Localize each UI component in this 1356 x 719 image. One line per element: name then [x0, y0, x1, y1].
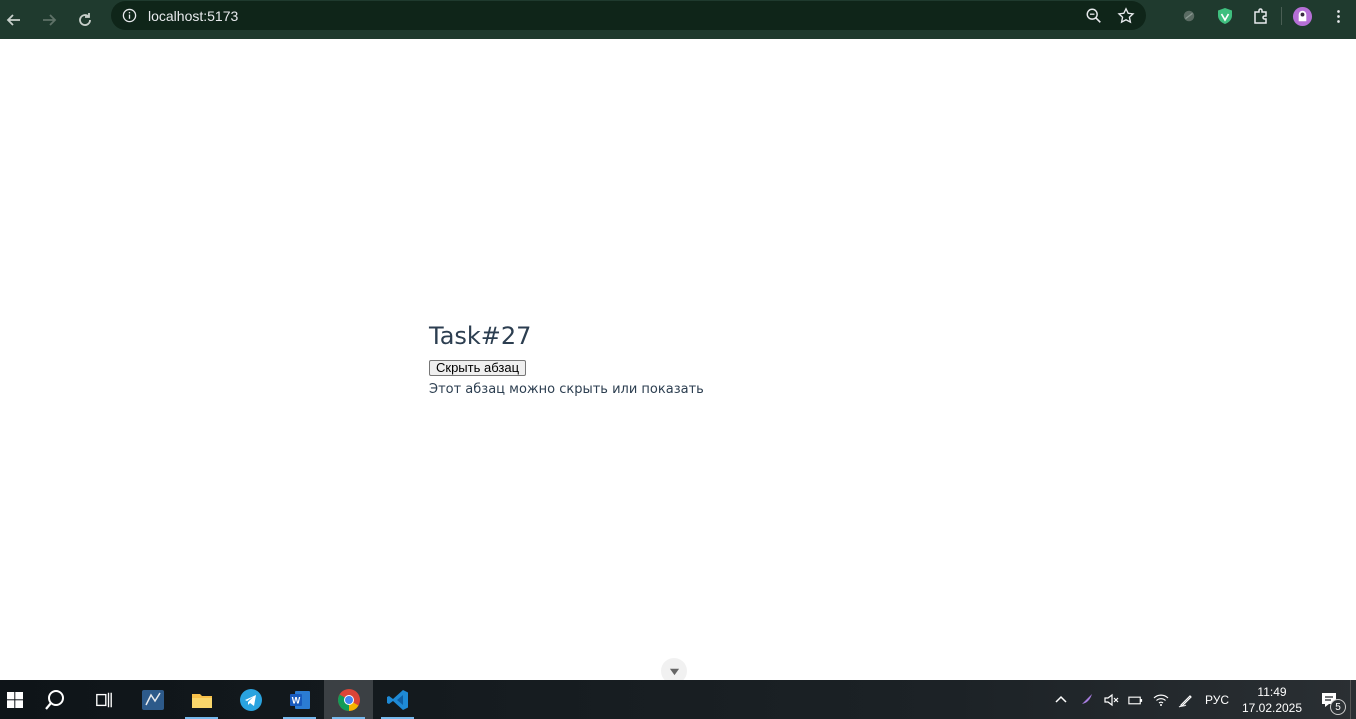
- task-view-icon: [95, 692, 112, 707]
- vscode-app[interactable]: [373, 680, 422, 719]
- menu-dots-icon[interactable]: [1320, 4, 1356, 28]
- start-button[interactable]: [0, 680, 30, 719]
- word-icon: W: [289, 690, 310, 709]
- browser-toolbar: localhost:5173: [0, 0, 1356, 39]
- bookmark-star-icon[interactable]: [1116, 6, 1136, 26]
- profile-avatar[interactable]: [1284, 4, 1320, 28]
- windows-taskbar: W РУС 11:49 17.02.2025 5: [0, 680, 1356, 719]
- toolbar-divider: [1281, 7, 1282, 25]
- extensions-puzzle-icon[interactable]: [1243, 4, 1279, 28]
- pen-ink-icon[interactable]: [1173, 680, 1198, 719]
- windows-logo-icon: [7, 691, 23, 708]
- battery-icon[interactable]: [1123, 680, 1148, 719]
- word-app[interactable]: W: [275, 680, 324, 719]
- notification-center-button[interactable]: 5: [1308, 680, 1350, 719]
- url-text: localhost:5173: [148, 7, 239, 24]
- clock-date: 17.02.2025: [1241, 700, 1303, 715]
- forward-arrow-icon: [43, 13, 57, 26]
- notification-count-badge: 5: [1330, 699, 1346, 715]
- task-view-button[interactable]: [79, 680, 128, 719]
- show-hidden-icons-chevron-up-icon[interactable]: [1048, 680, 1073, 719]
- vscode-icon: [386, 689, 408, 710]
- show-desktop-button[interactable]: [1350, 680, 1356, 719]
- clock-time: 11:49: [1257, 684, 1287, 699]
- extension-gray-icon[interactable]: [1171, 4, 1207, 28]
- volume-muted-icon[interactable]: [1098, 680, 1123, 719]
- language-indicator[interactable]: РУС: [1198, 680, 1236, 719]
- clock[interactable]: 11:49 17.02.2025: [1236, 680, 1308, 719]
- back-arrow-icon: [6, 13, 20, 26]
- chrome-icon: [337, 688, 360, 711]
- page-title: Task#27: [429, 322, 532, 350]
- toggleable-paragraph: Этот абзац можно скрыть или показать: [429, 382, 704, 397]
- site-info-icon[interactable]: [121, 8, 137, 24]
- toggle-paragraph-button[interactable]: Скрыть абзац: [429, 360, 527, 376]
- search-button[interactable]: [30, 680, 79, 719]
- back-button[interactable]: [0, 6, 28, 34]
- vue-devtools-shield-icon[interactable]: [1207, 4, 1243, 28]
- reload-icon: [79, 12, 91, 26]
- telegram-icon: [239, 688, 262, 711]
- folder-icon: [191, 693, 212, 708]
- search-icon: [44, 689, 64, 710]
- chrome-app[interactable]: [324, 680, 373, 719]
- visual-studio-app[interactable]: [128, 680, 177, 719]
- telegram-app[interactable]: [226, 680, 275, 719]
- zoom-icon[interactable]: [1084, 6, 1104, 26]
- chevron-down-icon: [669, 668, 679, 675]
- file-explorer-app[interactable]: [177, 680, 226, 719]
- address-bar[interactable]: localhost:5173: [111, 1, 1146, 30]
- wifi-icon[interactable]: [1148, 680, 1173, 719]
- visual-studio-icon: [141, 689, 164, 710]
- forward-button[interactable]: [35, 6, 63, 34]
- reload-button[interactable]: [71, 6, 99, 34]
- feather-app-icon[interactable]: [1073, 680, 1098, 719]
- system-tray: РУС 11:49 17.02.2025 5: [1048, 680, 1356, 719]
- svg-text:W: W: [291, 695, 300, 705]
- app-content: Task#27 Скрыть абзац Этот абзац можно ск…: [429, 322, 704, 397]
